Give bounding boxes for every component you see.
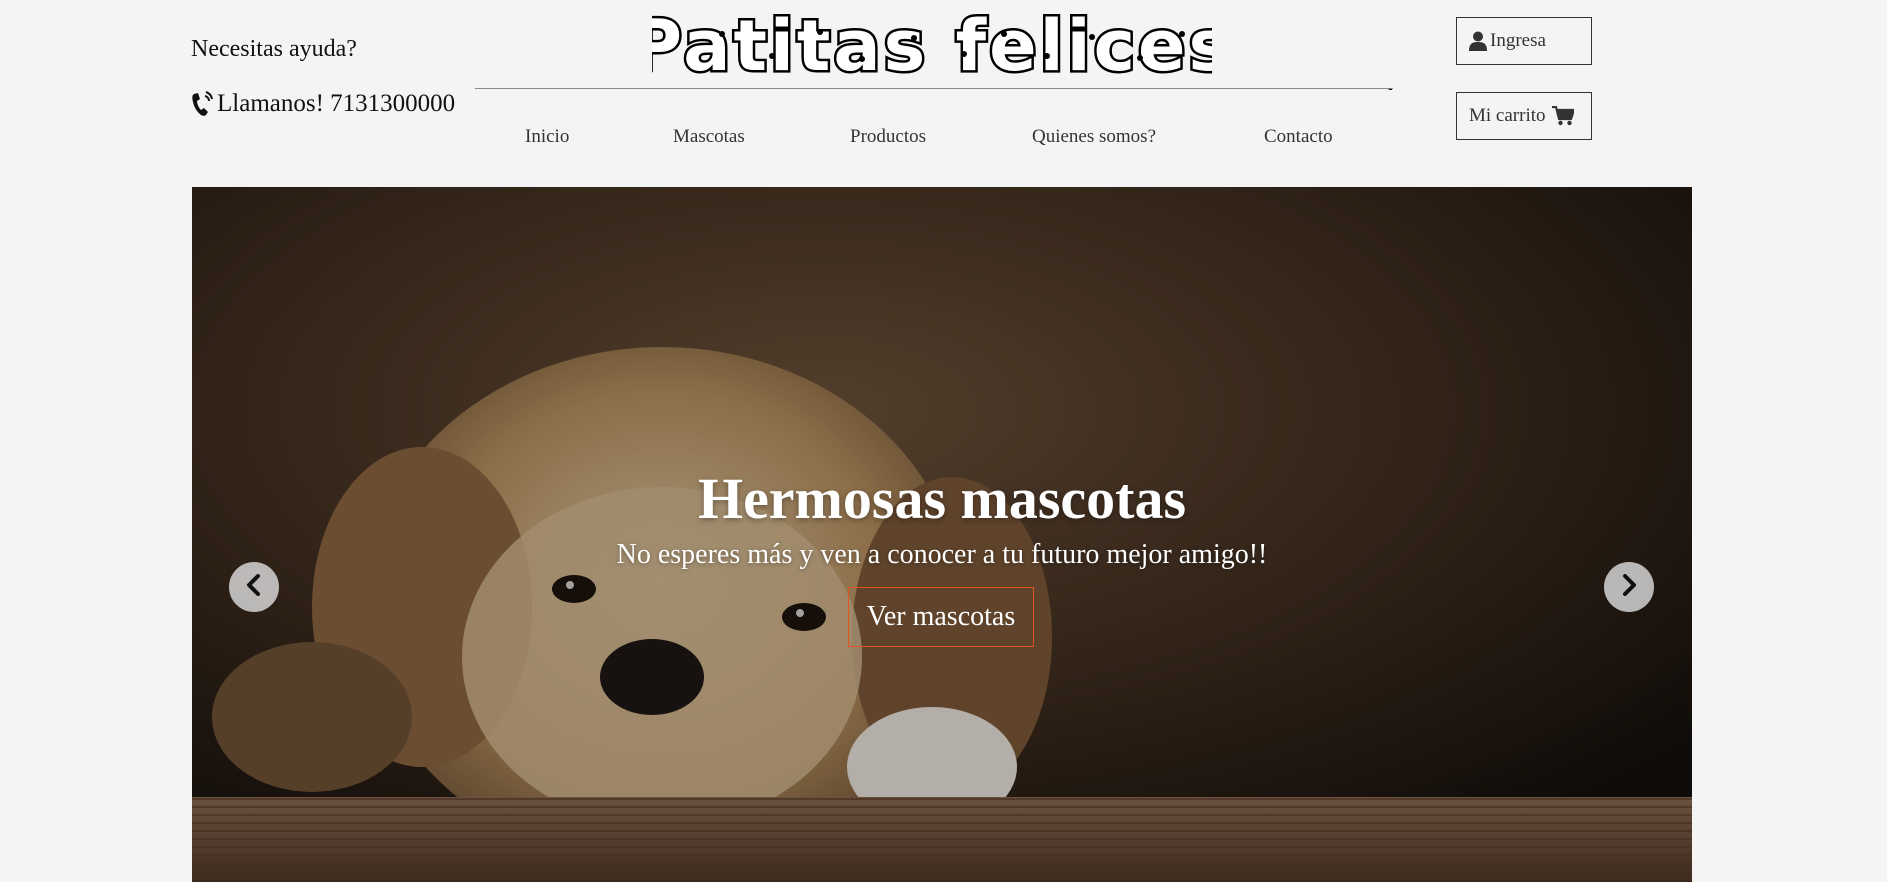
shopping-cart-icon <box>1551 106 1574 126</box>
hero-carousel: Hermosas mascotas No esperes más y ven a… <box>192 187 1692 882</box>
login-label: Ingresa <box>1490 30 1546 51</box>
nav-item-mascotas[interactable]: Mascotas <box>673 126 745 148</box>
login-button[interactable]: Ingresa <box>1456 17 1592 65</box>
logo-text: Patitas felices <box>652 5 1212 86</box>
carousel-prev-button[interactable] <box>229 562 279 612</box>
carousel-next-button[interactable] <box>1604 562 1654 612</box>
header-dash: - <box>1388 80 1393 96</box>
help-text: Necesitas ayuda? <box>191 36 357 62</box>
view-pets-button[interactable]: Ver mascotas <box>848 587 1034 647</box>
header-divider <box>475 88 1393 89</box>
cart-button[interactable]: Mi carrito <box>1456 92 1592 140</box>
chevron-right-icon <box>1620 574 1638 600</box>
user-icon <box>1469 31 1487 51</box>
phone-text: Llamanos! 7131300000 <box>217 90 456 117</box>
nav-item-contacto[interactable]: Contacto <box>1264 126 1333 148</box>
phone-contact[interactable]: Llamanos! 7131300000 <box>191 90 455 118</box>
puppy-hero-image <box>192 187 1692 882</box>
chevron-left-icon <box>245 574 263 600</box>
nav-item-quienes-somos[interactable]: Quienes somos? <box>1032 126 1156 148</box>
hero-title: Hermosas mascotas <box>697 466 1187 531</box>
phone-icon <box>191 91 213 117</box>
nav-item-productos[interactable]: Productos <box>850 126 926 148</box>
hero-subtitle: No esperes más y ven a conocer a tu futu… <box>616 539 1268 570</box>
site-logo[interactable]: Patitas felices <box>652 4 1212 86</box>
cart-label: Mi carrito <box>1469 105 1546 126</box>
page: Necesitas ayuda? Llamanos! 7131300000 Pa… <box>0 0 1887 882</box>
main-nav: Inicio Mascotas Productos Quienes somos?… <box>0 126 1887 152</box>
nav-item-inicio[interactable]: Inicio <box>525 126 569 148</box>
